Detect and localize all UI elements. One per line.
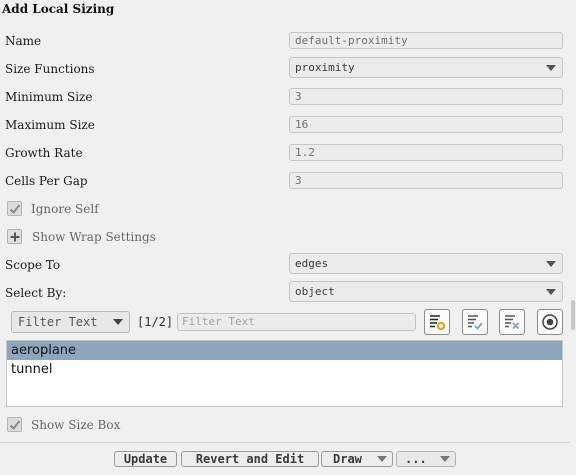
chevron-down-icon xyxy=(546,65,556,71)
plus-icon xyxy=(10,232,20,242)
pick-target-button[interactable] xyxy=(537,309,563,335)
filter-mode-value: Filter Text xyxy=(18,315,98,329)
name-label: Name xyxy=(5,34,42,48)
maximum-size-label: Maximum Size xyxy=(5,118,95,132)
object-list[interactable]: aeroplane tunnel xyxy=(6,340,563,407)
chevron-down-icon xyxy=(440,456,450,462)
growth-rate-field[interactable]: 1.2 xyxy=(289,144,563,161)
select-by-label: Select By: xyxy=(5,286,67,300)
deselect-all-icon xyxy=(505,315,520,330)
filter-mode-select[interactable]: Filter Text xyxy=(11,311,130,333)
more-button[interactable]: ... xyxy=(396,451,456,467)
minimum-size-label: Minimum Size xyxy=(5,90,93,104)
size-functions-label: Size Functions xyxy=(5,62,95,76)
name-field[interactable]: default-proximity xyxy=(289,32,563,49)
chevron-down-icon xyxy=(377,456,387,462)
checkmark-icon xyxy=(9,420,21,430)
divider xyxy=(0,442,570,443)
maximum-size-field[interactable]: 16 xyxy=(289,116,563,133)
deselect-all-button[interactable] xyxy=(499,309,525,335)
select-all-icon xyxy=(468,315,483,330)
show-size-box-checkbox[interactable] xyxy=(7,417,22,432)
draw-button-label: Draw xyxy=(333,452,362,466)
growth-rate-label: Growth Rate xyxy=(5,146,83,160)
select-by-value: object xyxy=(295,285,335,298)
ignore-self-checkbox[interactable] xyxy=(7,201,22,216)
cells-per-gap-field[interactable]: 3 xyxy=(289,172,563,189)
list-item[interactable]: aeroplane xyxy=(7,341,562,360)
checkmark-icon xyxy=(9,204,21,214)
update-button[interactable]: Update xyxy=(114,451,177,467)
scrollbar[interactable] xyxy=(570,0,576,475)
draw-button[interactable]: Draw xyxy=(321,451,393,467)
filter-text-input[interactable]: Filter Text xyxy=(177,313,416,331)
select-filter-button[interactable] xyxy=(424,309,450,335)
show-wrap-settings-label: Show Wrap Settings xyxy=(32,230,156,244)
chevron-down-icon xyxy=(113,319,123,325)
ignore-self-label: Ignore Self xyxy=(31,202,99,216)
cells-per-gap-label: Cells Per Gap xyxy=(5,174,88,188)
expand-wrap-settings-button[interactable] xyxy=(7,229,22,244)
chevron-down-icon xyxy=(546,261,556,267)
minimum-size-field[interactable]: 3 xyxy=(289,88,563,105)
list-item[interactable]: tunnel xyxy=(7,360,562,379)
chevron-down-icon xyxy=(546,289,556,295)
panel-title: Add Local Sizing xyxy=(2,2,115,16)
scrollbar-thumb[interactable] xyxy=(571,300,575,330)
scope-to-value: edges xyxy=(295,257,329,270)
show-size-box-label: Show Size Box xyxy=(31,418,121,432)
select-filter-icon xyxy=(430,315,446,331)
scope-to-label: Scope To xyxy=(5,258,61,272)
select-all-button[interactable] xyxy=(462,309,488,335)
scope-to-select[interactable]: edges xyxy=(289,253,563,274)
size-functions-value: proximity xyxy=(295,61,355,74)
revert-and-edit-button[interactable]: Revert and Edit xyxy=(181,451,319,467)
size-functions-select[interactable]: proximity xyxy=(289,57,563,78)
pick-target-icon xyxy=(542,314,558,330)
page-indicator: [1/2] xyxy=(137,315,174,329)
more-button-label: ... xyxy=(405,452,427,466)
select-by-select[interactable]: object xyxy=(289,281,563,302)
